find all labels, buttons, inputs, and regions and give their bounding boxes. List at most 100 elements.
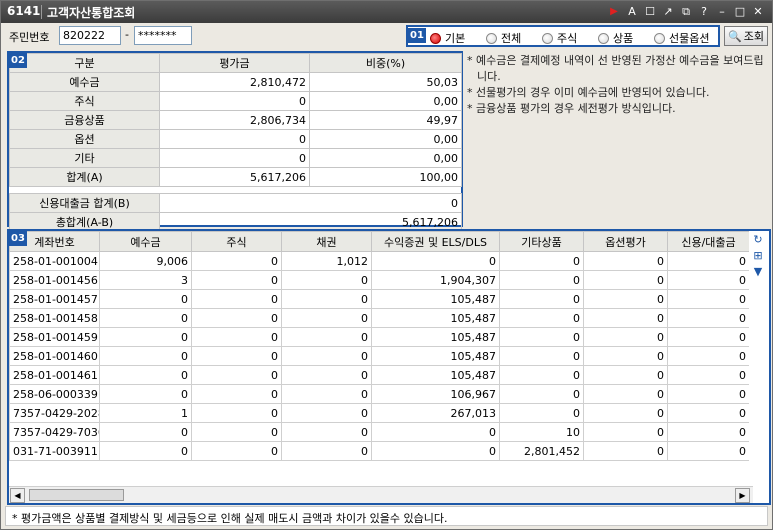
summary-header-ratio: 비중(%) [309, 53, 462, 73]
account-value-cell: 0 [667, 365, 749, 385]
accounts-header-row: 계좌번호 예수금 주식 채권 수익증권 및 ELS/DLS 기타상품 옵션평가 … [9, 231, 749, 252]
radio-product-label: 상품 [613, 32, 634, 45]
account-row[interactable]: 258-01-001460 0 0 0 105,487 0 0 0 [9, 346, 749, 366]
play-icon[interactable]: ▶ [606, 4, 622, 20]
help-icon[interactable]: ? [696, 4, 712, 20]
summary-row: 금융상품 2,806,734 49,97 [9, 110, 462, 130]
summary-row-ratio: 49,97 [309, 110, 462, 130]
scroll-right-icon[interactable]: ▶ [735, 488, 750, 503]
radio-stock[interactable]: 주식 [542, 30, 577, 46]
window-icon[interactable]: ☐ [642, 4, 658, 20]
footer-note: * 평가금액은 상품별 결제방식 및 세금등으로 인해 실제 매도시 금액과 차… [5, 506, 768, 526]
link-icon[interactable]: ↗ [660, 4, 676, 20]
account-row[interactable]: 258-01-001459 0 0 0 105,487 0 0 0 [9, 327, 749, 347]
summary-row-ratio: 100,00 [309, 167, 462, 187]
horizontal-scrollbar[interactable]: ◀ ▶ [9, 486, 753, 503]
account-row[interactable]: 258-01-001004 9,006 0 1,012 0 0 0 0 [9, 251, 749, 271]
account-value-cell: 0 [281, 308, 372, 328]
account-value-cell: 0 [191, 251, 282, 271]
minimize-icon[interactable]: – [714, 4, 730, 20]
account-number-cell: 258-01-001456 [9, 270, 100, 290]
account-value-cell: 105,487 [371, 308, 500, 328]
account-number-cell: 258-01-001459 [9, 327, 100, 347]
account-number-cell: 258-06-000339 [9, 384, 100, 404]
refresh-icon[interactable]: ↻ [751, 233, 765, 247]
account-value-cell: 0 [499, 365, 584, 385]
summary-row-amount: 5,617,206 [159, 167, 310, 187]
maximize-icon[interactable]: □ [732, 4, 748, 20]
summary-row-amount: 0 [159, 129, 310, 149]
radio-product[interactable]: 상품 [598, 30, 633, 46]
expand-icon[interactable]: ⊞ [751, 249, 765, 263]
id-number-label: 주민번호 [9, 31, 50, 44]
account-value-cell: 0 [281, 327, 372, 347]
account-value-cell: 0 [667, 403, 749, 423]
id-number-back-input[interactable] [134, 26, 192, 45]
note-item: * 선물평가의 경우 이미 예수금에 반영되어 있습니다. [467, 86, 710, 99]
account-value-cell: 0 [99, 365, 192, 385]
account-value-cell: 10 [499, 422, 584, 442]
account-row[interactable]: 7357-0429-2028 1 0 0 267,013 0 0 0 [9, 403, 749, 423]
account-value-cell: 267,013 [371, 403, 500, 423]
close-icon[interactable]: ✕ [750, 4, 766, 20]
query-toolbar: 주민번호 - 01 기본 전체 주식 상품 선물옵션 [1, 23, 772, 49]
radio-stock-dot[interactable] [542, 32, 553, 44]
summary-row-amount: 0 [159, 91, 310, 111]
radio-futures-options-label: 선물옵션 [669, 32, 710, 45]
account-value-cell: 0 [99, 384, 192, 404]
note-item: * 예수금은 결제예정 내역이 선 반영된 가정산 예수금을 보여드립니다. [467, 54, 764, 83]
scrollbar-thumb[interactable] [29, 489, 124, 501]
screen-number: 6141 [7, 4, 41, 18]
account-row[interactable]: 258-01-001458 0 0 0 105,487 0 0 0 [9, 308, 749, 328]
notes-area: * 예수금은 결제예정 내역이 선 반영된 가정산 예수금을 보여드립니다. *… [467, 53, 767, 117]
account-value-cell: 0 [667, 327, 749, 347]
account-row[interactable]: 258-01-001457 0 0 0 105,487 0 0 0 [9, 289, 749, 309]
col-option-valuation[interactable]: 옵션평가 [583, 231, 668, 252]
radio-all[interactable]: 전체 [486, 30, 521, 46]
account-value-cell: 0 [99, 422, 192, 442]
col-stock[interactable]: 주식 [191, 231, 282, 252]
summary-row: 예수금 2,810,472 50,03 [9, 72, 462, 92]
account-row[interactable]: 258-01-001456 3 0 0 1,904,307 0 0 0 [9, 270, 749, 290]
account-value-cell: 105,487 [371, 327, 500, 347]
summary-row-label: 합계(A) [9, 167, 160, 187]
account-row[interactable]: 258-01-001461 0 0 0 105,487 0 0 0 [9, 365, 749, 385]
account-value-cell: 0 [191, 384, 282, 404]
radio-futures-options[interactable]: 선물옵션 [654, 30, 709, 46]
id-number-front-input[interactable] [59, 26, 121, 45]
account-number-cell: 258-01-001457 [9, 289, 100, 309]
account-value-cell: 0 [499, 251, 584, 271]
accounts-grid-viewport[interactable]: 계좌번호 예수금 주식 채권 수익증권 및 ELS/DLS 기타상품 옵션평가 … [9, 231, 749, 489]
col-fund-els-dls[interactable]: 수익증권 및 ELS/DLS [371, 231, 500, 252]
col-deposit[interactable]: 예수금 [99, 231, 192, 252]
account-value-cell: 0 [583, 403, 668, 423]
accounts-table: 계좌번호 예수금 주식 채권 수익증권 및 ELS/DLS 기타상품 옵션평가 … [9, 231, 749, 461]
radio-product-dot[interactable] [598, 32, 609, 44]
search-button[interactable]: 🔍 조회 [724, 26, 768, 46]
account-value-cell: 105,487 [371, 346, 500, 366]
radio-futures-options-dot[interactable] [654, 32, 665, 44]
account-row[interactable]: 258-06-000339 0 0 0 106,967 0 0 0 [9, 384, 749, 404]
font-icon[interactable]: A [624, 4, 640, 20]
summary-row-amount: 2,810,472 [159, 72, 310, 92]
copy-icon[interactable]: ⧉ [678, 4, 694, 20]
scroll-left-icon[interactable]: ◀ [10, 488, 25, 503]
col-bond[interactable]: 채권 [281, 231, 372, 252]
summary-row: 주식 0 0,00 [9, 91, 462, 111]
radio-basic-label: 기본 [445, 32, 466, 45]
col-credit-loan[interactable]: 신용/대출금 [667, 231, 749, 252]
account-value-cell: 0 [371, 441, 500, 461]
account-value-cell: 0 [191, 365, 282, 385]
summary-row-ratio: 0,00 [309, 91, 462, 111]
scroll-down-icon[interactable]: ▼ [751, 265, 765, 279]
account-value-cell: 0 [499, 270, 584, 290]
radio-basic-dot[interactable] [430, 32, 441, 44]
radio-basic[interactable]: 기본 [430, 30, 465, 46]
account-row[interactable]: 031-71-003911 0 0 0 0 2,801,452 0 0 [9, 441, 749, 461]
account-value-cell: 0 [191, 441, 282, 461]
title-divider [41, 5, 42, 19]
col-other-products[interactable]: 기타상품 [499, 231, 584, 252]
summary-panel: 02 구분 평가금 비중(%) 예수금 2,810,472 50,03 주식 0… [7, 51, 463, 232]
account-row[interactable]: 7357-0429-7036 0 0 0 0 10 0 0 [9, 422, 749, 442]
radio-all-dot[interactable] [486, 32, 497, 44]
